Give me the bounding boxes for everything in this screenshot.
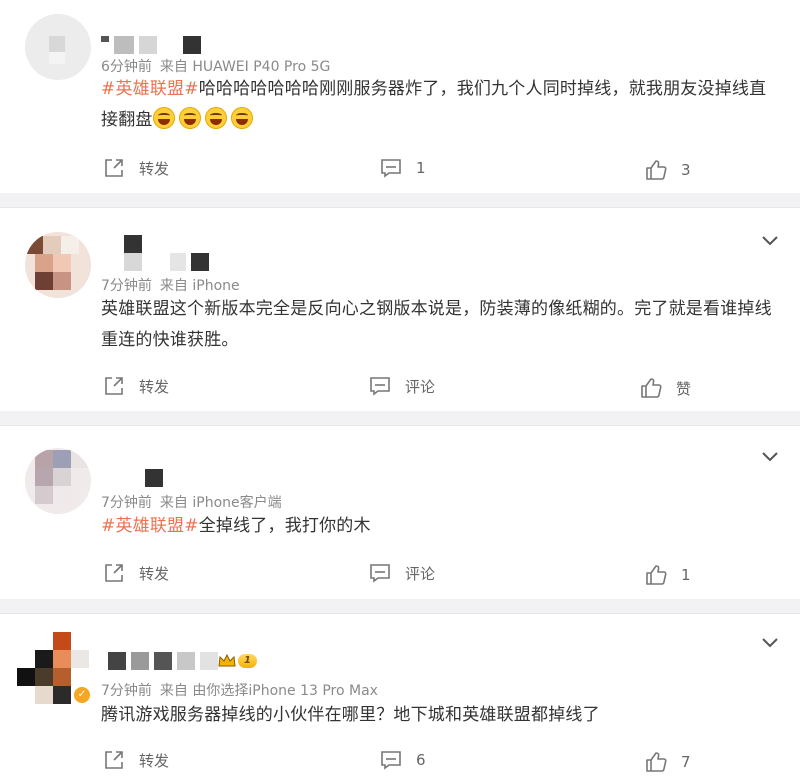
like-button[interactable]: 1 xyxy=(645,564,691,586)
comment-icon xyxy=(381,751,401,770)
repost-icon xyxy=(105,751,123,769)
thumbs-up-icon xyxy=(646,160,667,180)
username-blurred[interactable] xyxy=(108,652,219,670)
repost-label: 转发 xyxy=(139,751,170,770)
chevron-down-icon[interactable] xyxy=(760,446,780,466)
like-count: 3 xyxy=(681,161,691,179)
repost-button[interactable]: 转发 xyxy=(103,157,169,179)
post-content: #英雄联盟#全掉线了，我打你的木 xyxy=(101,511,776,542)
username-blurred xyxy=(124,253,210,271)
comment-icon xyxy=(370,377,390,396)
post-text: 腾讯游戏服务器掉线的小伙伴在哪里？地下城和英雄联盟都掉线了 xyxy=(101,705,600,725)
repost-button[interactable]: 转发 xyxy=(103,562,169,584)
username-blurred[interactable] xyxy=(124,235,142,253)
like-label: 赞 xyxy=(676,379,692,398)
comment-button[interactable]: 6 xyxy=(380,749,426,771)
comment-label: 评论 xyxy=(405,564,436,583)
post-time[interactable]: 7分钟前 xyxy=(101,278,152,294)
username-blurred[interactable] xyxy=(101,36,202,54)
post-content: 英雄联盟这个新版本完全是反向心之钢版本说是，防装薄的像纸糊的。完了就是看谁掉线重… xyxy=(101,294,776,356)
crown-icon xyxy=(218,654,236,667)
laugh-emoji-icon xyxy=(204,107,227,129)
comment-button[interactable]: 评论 xyxy=(369,562,435,584)
post-meta: 7分钟前 来自 iPhone客户端 xyxy=(101,492,282,512)
repost-icon xyxy=(105,159,123,177)
post-meta: 7分钟前 来自 由你选择iPhone 13 Pro Max xyxy=(101,680,378,700)
hashtag-link[interactable]: #英雄联盟# xyxy=(101,79,199,99)
chevron-down-icon[interactable] xyxy=(760,632,780,652)
repost-label: 转发 xyxy=(139,159,170,178)
post-meta: 6分钟前 来自 HUAWEI P40 Pro 5G xyxy=(101,56,330,76)
post-content: 腾讯游戏服务器掉线的小伙伴在哪里？地下城和英雄联盟都掉线了 xyxy=(101,700,776,731)
thumbs-up-icon xyxy=(646,752,667,772)
repost-icon xyxy=(105,564,123,582)
like-button[interactable]: 3 xyxy=(645,159,691,181)
post-source: 来自 由你选择iPhone 13 Pro Max xyxy=(159,683,378,699)
comment-button[interactable]: 评论 xyxy=(369,375,435,397)
like-count: 1 xyxy=(681,566,691,584)
post-card: 6分钟前 来自 HUAWEI P40 Pro 5G #英雄联盟#哈哈哈哈哈哈哈刚刚… xyxy=(0,0,800,193)
post-text: 全掉线了，我打你的木 xyxy=(198,516,371,536)
hashtag-link[interactable]: #英雄联盟# xyxy=(101,516,199,536)
like-button[interactable]: 赞 xyxy=(640,377,691,399)
avatar[interactable] xyxy=(25,448,91,514)
post-card: ✓ 1 7分钟前 来自 由你选择iPhone 13 Pro Max 腾讯游戏服务器… xyxy=(0,613,800,779)
comment-icon xyxy=(381,159,401,178)
thumbs-up-icon xyxy=(641,378,662,398)
post-meta: 7分钟前 来自 iPhone xyxy=(101,275,240,295)
repost-button[interactable]: 转发 xyxy=(103,749,169,771)
repost-button[interactable]: 转发 xyxy=(103,375,169,397)
post-text: 英雄联盟这个新版本完全是反向心之钢版本说是，防装薄的像纸糊的。完了就是看谁掉线重… xyxy=(101,299,772,350)
repost-label: 转发 xyxy=(139,564,170,583)
comment-label: 评论 xyxy=(405,377,436,396)
laugh-emoji-icon xyxy=(178,107,201,129)
comment-icon xyxy=(370,564,390,583)
like-button[interactable]: 7 xyxy=(645,751,691,773)
post-source: 来自 iPhone客户端 xyxy=(159,495,282,511)
comment-count: 6 xyxy=(416,751,426,769)
weibo-feed: 6分钟前 来自 HUAWEI P40 Pro 5G #英雄联盟#哈哈哈哈哈哈哈刚刚… xyxy=(0,0,800,779)
post-time[interactable]: 6分钟前 xyxy=(101,59,152,75)
post-text: 哈哈哈哈哈哈哈刚刚服务器炸了，我们九个人同时掉线，就我朋友没掉线直接翻盘 xyxy=(101,79,767,130)
laugh-emoji-icon xyxy=(230,107,253,129)
laugh-emoji-icon xyxy=(152,107,175,129)
thumbs-up-icon xyxy=(646,565,667,585)
post-time[interactable]: 7分钟前 xyxy=(101,683,152,699)
repost-label: 转发 xyxy=(139,377,170,396)
chevron-down-icon[interactable] xyxy=(760,230,780,250)
post-card: 7分钟前 来自 iPhone 英雄联盟这个新版本完全是反向心之钢版本说是，防装薄的… xyxy=(0,207,800,411)
avatar[interactable] xyxy=(25,232,91,298)
post-content: #英雄联盟#哈哈哈哈哈哈哈刚刚服务器炸了，我们九个人同时掉线，就我朋友没掉线直接… xyxy=(101,74,776,136)
avatar[interactable] xyxy=(25,14,91,80)
comment-count: 1 xyxy=(416,159,426,177)
post-card: 7分钟前 来自 iPhone客户端 #英雄联盟#全掉线了，我打你的木 转发 评论 … xyxy=(0,425,800,599)
comment-button[interactable]: 1 xyxy=(380,157,426,179)
user-level: 1 xyxy=(238,654,257,668)
repost-icon xyxy=(105,377,123,395)
user-level-badge[interactable]: 1 xyxy=(218,654,257,668)
post-source: 来自 HUAWEI P40 Pro 5G xyxy=(159,59,331,75)
post-source: 来自 iPhone xyxy=(159,278,240,294)
verified-badge-icon: ✓ xyxy=(72,685,92,705)
post-time[interactable]: 7分钟前 xyxy=(101,495,152,511)
username-blurred[interactable] xyxy=(145,469,163,487)
like-count: 7 xyxy=(681,753,691,771)
